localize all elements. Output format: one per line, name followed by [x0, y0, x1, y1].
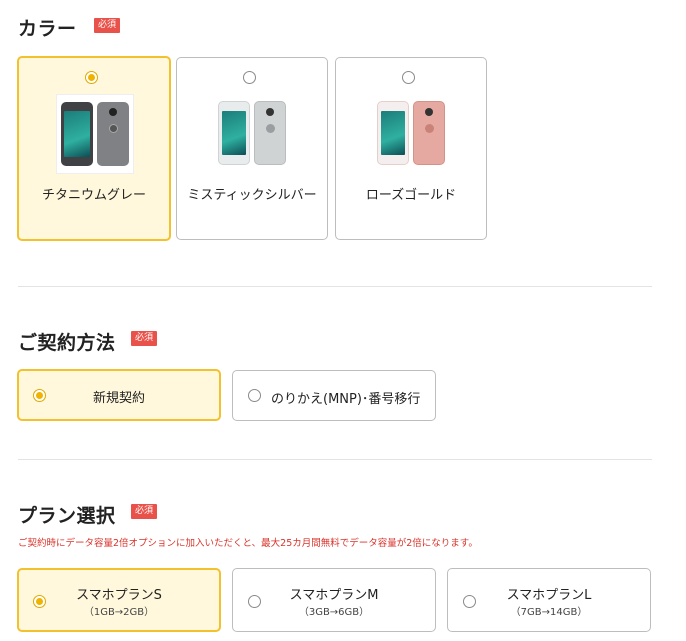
- required-badge: 必須: [94, 18, 121, 33]
- color-option-rose-gold[interactable]: ローズゴールド: [335, 57, 487, 240]
- section-divider: [18, 459, 652, 460]
- phone-back: [413, 101, 445, 165]
- contract-option-label: のりかえ(MNP)･番号移行: [271, 392, 421, 407]
- plan-option-name: スマホプランS: [76, 588, 162, 603]
- phone-back: [97, 102, 129, 166]
- plan-option-l[interactable]: スマホプランL （7GB→14GB）: [447, 568, 651, 632]
- color-section-title: カラー: [18, 18, 77, 40]
- color-option-titanium-gray[interactable]: チタニウムグレー: [17, 56, 171, 241]
- radio-button[interactable]: [248, 389, 261, 402]
- phone-image-titanium-gray: [56, 94, 134, 174]
- plan-option-s[interactable]: スマホプランS （1GB→2GB）: [17, 568, 221, 632]
- phone-back: [254, 101, 286, 165]
- phone-front: [377, 101, 409, 165]
- color-option-mystic-silver[interactable]: ミスティックシルバー: [176, 57, 328, 240]
- phone-front: [218, 101, 250, 165]
- required-badge: 必須: [131, 331, 158, 346]
- contract-option-new[interactable]: 新規契約: [17, 369, 221, 421]
- radio-button[interactable]: [85, 71, 98, 84]
- radio-button[interactable]: [243, 71, 256, 84]
- color-option-label: ミスティックシルバー: [187, 188, 317, 203]
- phone-image-rose-gold: [373, 94, 451, 174]
- radio-button[interactable]: [33, 389, 46, 402]
- plan-option-m[interactable]: スマホプランM （3GB→6GB）: [232, 568, 436, 632]
- plan-option-detail: （7GB→14GB）: [510, 607, 588, 618]
- section-divider: [18, 286, 652, 287]
- plan-option-name: スマホプランM: [289, 588, 379, 603]
- phone-front: [61, 102, 93, 166]
- plan-section-title: プラン選択: [18, 505, 116, 527]
- required-badge: 必須: [131, 504, 158, 519]
- contract-section-title: ご契約方法: [18, 332, 116, 354]
- color-option-label: ローズゴールド: [365, 188, 457, 203]
- plan-option-detail: （1GB→2GB）: [83, 607, 155, 618]
- contract-option-mnp[interactable]: のりかえ(MNP)･番号移行: [232, 370, 436, 421]
- phone-image-mystic-silver: [214, 94, 292, 174]
- radio-button[interactable]: [402, 71, 415, 84]
- plan-note: ご契約時にデータ容量2倍オプションに加入いただくと、最大25カ月間無料でデータ容…: [18, 538, 478, 549]
- plan-option-name: スマホプランL: [506, 588, 592, 603]
- color-option-label: チタニウムグレー: [41, 188, 146, 203]
- plan-option-detail: （3GB→6GB）: [298, 607, 370, 618]
- contract-option-label: 新規契約: [93, 391, 146, 406]
